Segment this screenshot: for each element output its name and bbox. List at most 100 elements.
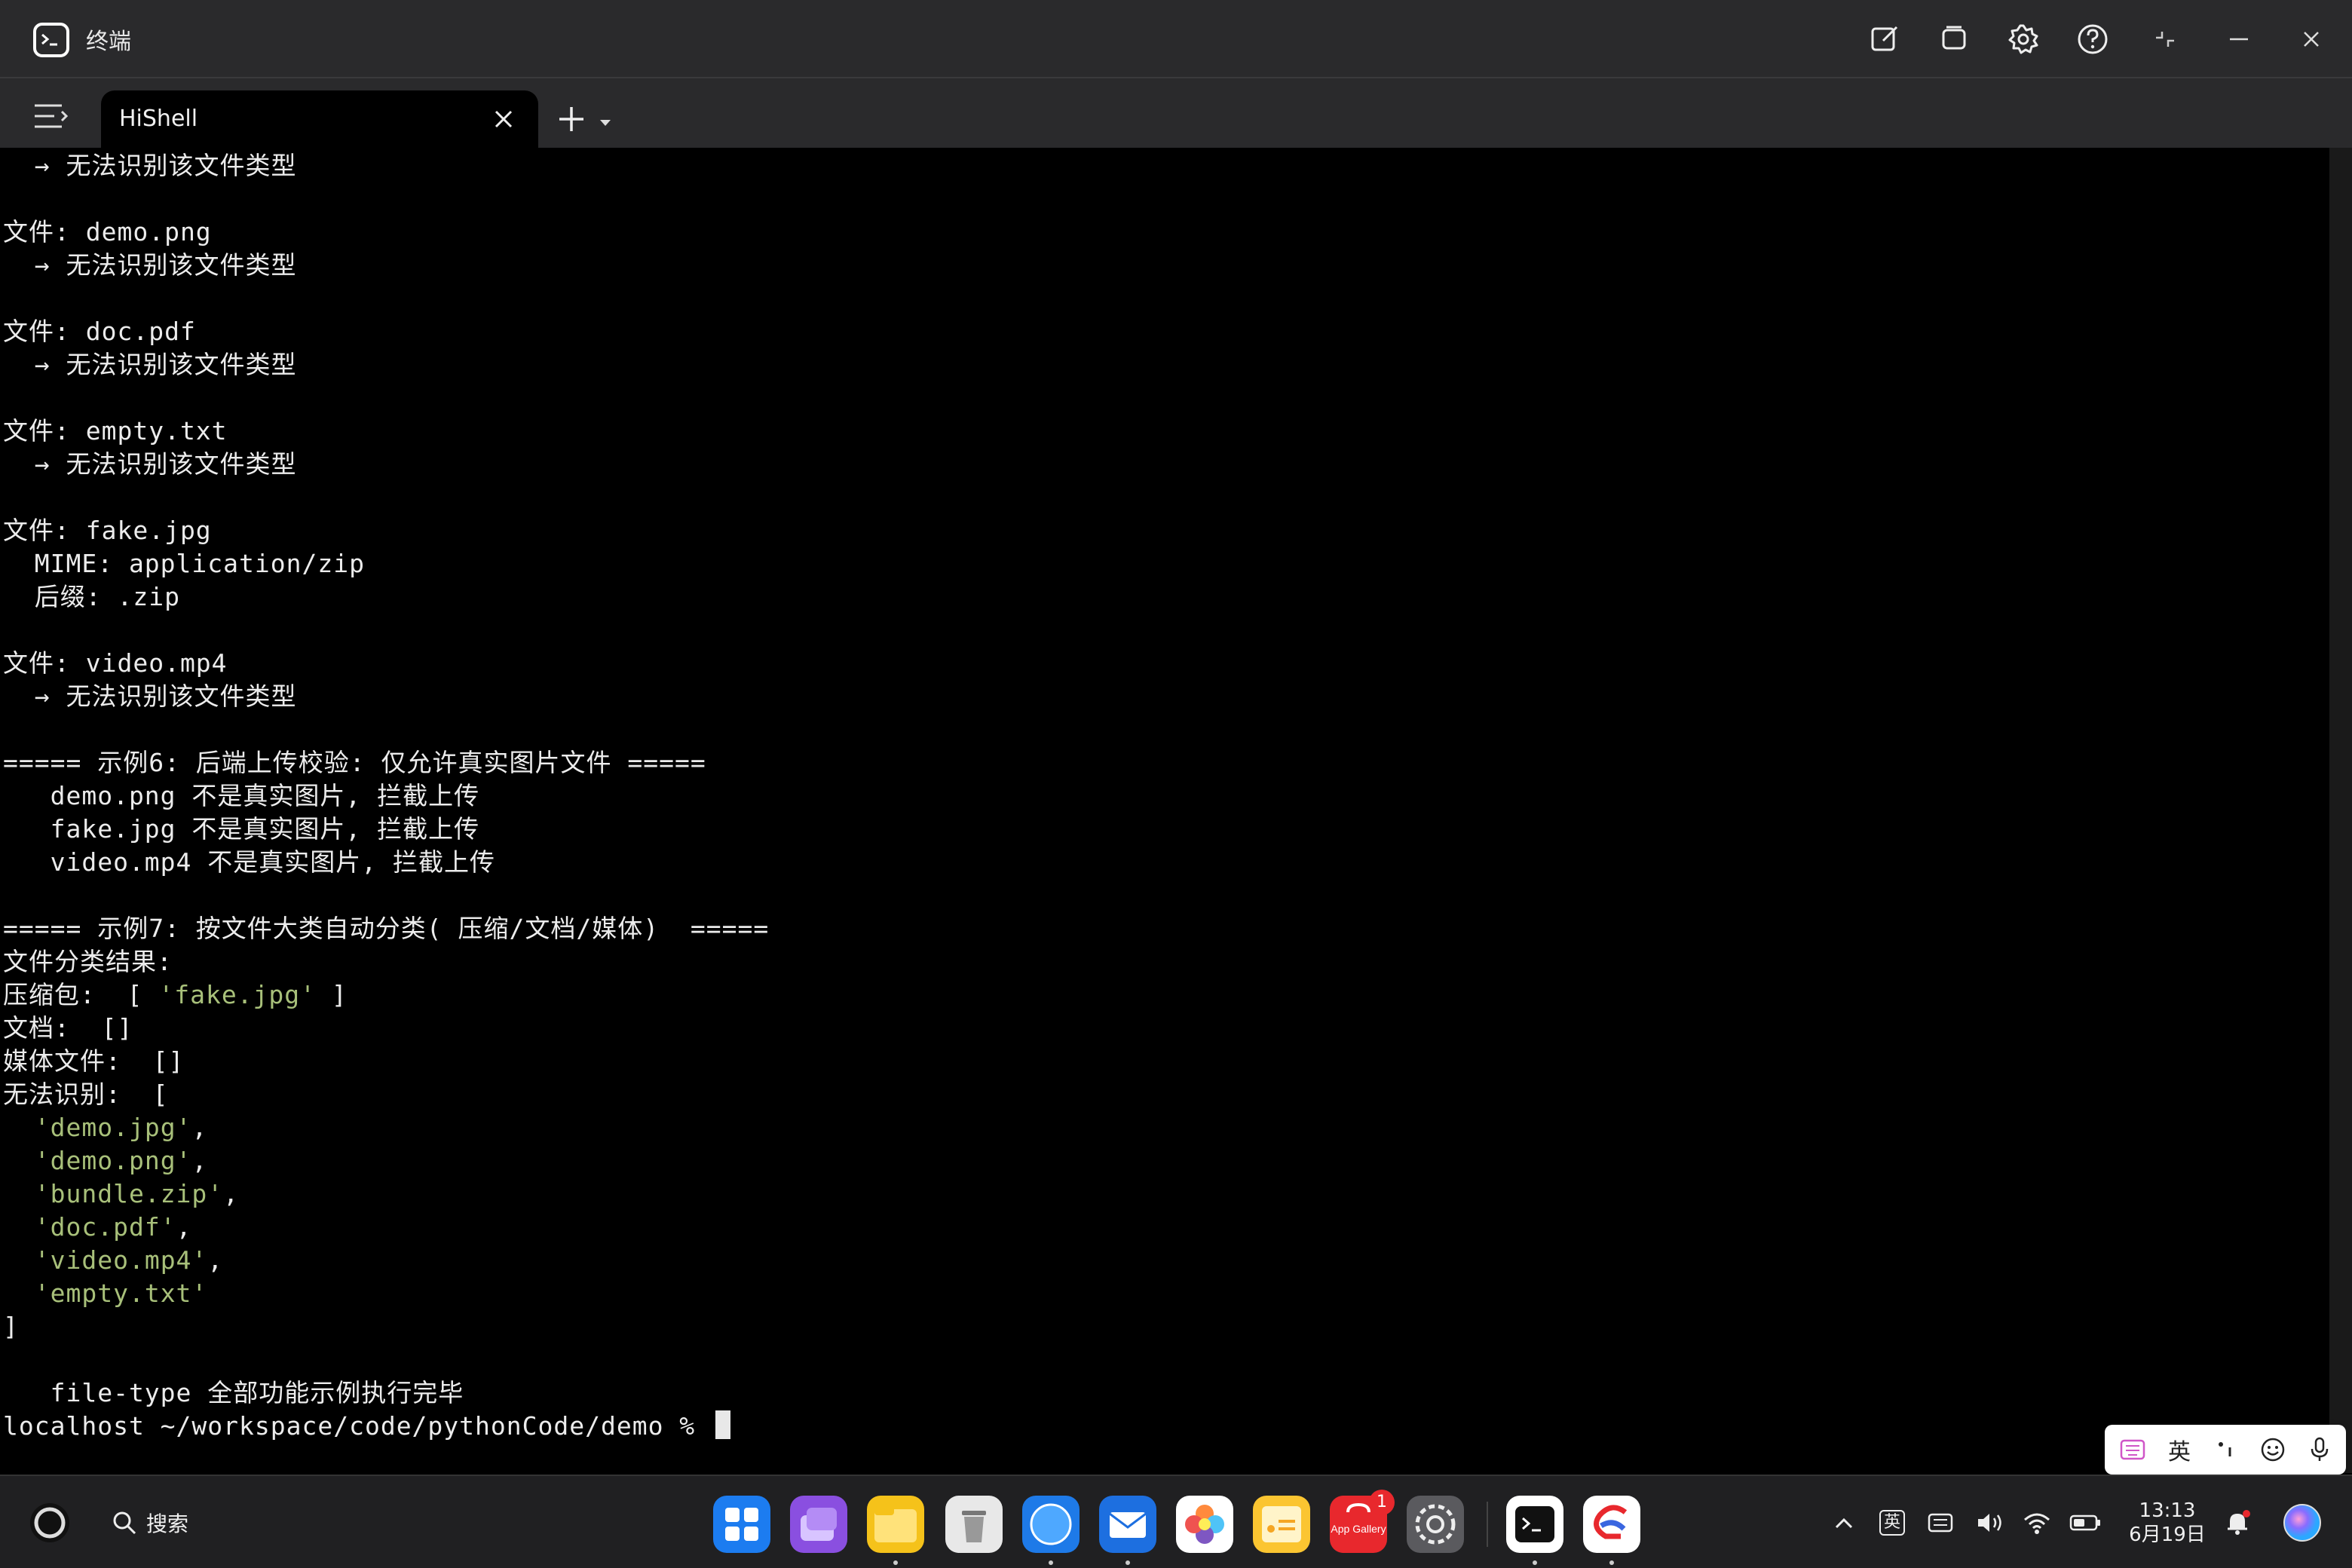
terminal-line: 后缀: .zip [3, 580, 180, 614]
terminal-line: video.mp4 不是真实图片, 拦截上传 [3, 846, 495, 879]
menu-icon[interactable] [32, 101, 69, 131]
app-gallery-label: App Gallery [1331, 1523, 1386, 1535]
ime-microphone-icon[interactable] [2302, 1432, 2337, 1467]
terminal-text: ] [316, 980, 348, 1009]
terminal-line: 'demo.png', [3, 1144, 207, 1178]
running-indicator [1049, 1560, 1053, 1565]
ime-toolbar: 英 [2105, 1425, 2346, 1475]
help-icon[interactable] [2073, 20, 2112, 59]
ime-emoji-icon[interactable] [2256, 1432, 2290, 1467]
tab-close-icon[interactable] [490, 106, 517, 133]
notes-icon[interactable] [1253, 1496, 1310, 1553]
terminal-line: 文件: demo.png [3, 216, 212, 249]
search-label: 搜索 [146, 1511, 189, 1536]
start-button[interactable] [27, 1500, 72, 1545]
terminal-text: 文件分类结果: [3, 947, 173, 976]
edit-icon[interactable] [1865, 20, 1904, 59]
chevron-down-icon[interactable] [599, 116, 612, 126]
tray-language: 英 [1879, 1510, 1905, 1536]
string-literal: 'empty.txt' [34, 1279, 208, 1308]
terminal-text: , [176, 1212, 192, 1242]
terminal-text: → 无法识别该文件类型 [3, 350, 297, 379]
scrollbar[interactable] [2329, 148, 2352, 1473]
launcher-icon[interactable] [713, 1496, 770, 1553]
tab-label: HiShell [119, 106, 198, 132]
shell-prompt[interactable]: localhost ~/workspace/code/pythonCode/de… [3, 1410, 731, 1443]
terminal-text: fake.jpg 不是真实图片, 拦截上传 [3, 814, 480, 844]
tray-expand-icon[interactable] [1829, 1506, 1859, 1539]
terminal-output[interactable]: → 无法识别该文件类型 文件: demo.png → 无法识别该文件类型 文件: d… [0, 148, 2329, 1473]
terminal-line: 文件: empty.txt [3, 415, 228, 448]
terminal-line: ===== 示例6: 后端上传校验: 仅允许真实图片文件 ===== [3, 746, 706, 779]
terminal-line: 压缩包: [ 'fake.jpg' ] [3, 978, 348, 1012]
clock-time: 13:13 [2139, 1499, 2196, 1522]
notification-badge: 1 [1369, 1490, 1395, 1515]
mail-icon[interactable] [1099, 1496, 1156, 1553]
tab-hishell[interactable]: HiShell [101, 90, 538, 148]
minimize-icon[interactable] [2219, 20, 2259, 59]
close-icon[interactable] [2292, 20, 2331, 59]
terminal-text: , [207, 1245, 224, 1275]
terminal-text: ] [3, 1312, 19, 1341]
clock[interactable]: 13:13 6月19日 [2126, 1499, 2209, 1547]
gear-icon[interactable] [2004, 20, 2043, 59]
clock-date: 6月19日 [2129, 1524, 2206, 1546]
dock-separator [1487, 1502, 1488, 1547]
terminal-text: → 无法识别该文件类型 [3, 250, 297, 280]
prompt-text: localhost ~/workspace/code/pythonCode/de… [3, 1411, 712, 1441]
terminal-text: 文件: empty.txt [3, 416, 228, 446]
string-literal: 'demo.png' [34, 1146, 192, 1175]
taskbar: 搜索 App Gallery 1 英 13:13 6月19日 [0, 1475, 2352, 1568]
terminal-line: ===== 示例7: 按文件大类自动分类( 压缩/文档/媒体) ===== [3, 912, 769, 945]
new-tab-button[interactable] [556, 104, 586, 134]
terminal-line: file-type 全部功能示例执行完毕 [3, 1377, 464, 1410]
settings-icon[interactable] [1407, 1496, 1464, 1553]
terminal-text: 无法识别: [ [3, 1080, 169, 1109]
multitask-icon[interactable] [790, 1496, 847, 1553]
ime-keyboard-icon[interactable] [2115, 1432, 2150, 1467]
keyboard-icon[interactable] [1924, 1506, 1957, 1539]
volume-icon[interactable] [1974, 1506, 2007, 1539]
trash-icon[interactable] [945, 1496, 1003, 1553]
files-icon[interactable] [867, 1496, 924, 1553]
tray-input-method[interactable]: 英 [1877, 1506, 1907, 1539]
terminal-text: ===== 示例6: 后端上传校验: 仅允许真实图片文件 ===== [3, 748, 706, 777]
terminal-line: 文件分类结果: [3, 945, 173, 978]
battery-icon[interactable] [2067, 1506, 2103, 1539]
ime-punctuation-icon[interactable] [2209, 1432, 2243, 1467]
terminal-line: → 无法识别该文件类型 [3, 448, 296, 481]
terminal-text: 文档: [] [3, 1013, 133, 1043]
terminal-text: → 无法识别该文件类型 [3, 151, 297, 180]
terminal-line: demo.png 不是真实图片, 拦截上传 [3, 779, 479, 813]
terminal-line: 媒体文件: [] [3, 1045, 184, 1078]
browser-icon[interactable] [1022, 1496, 1080, 1553]
wifi-icon[interactable] [2020, 1506, 2053, 1539]
string-literal: 'demo.jpg' [34, 1113, 192, 1142]
code-editor-icon[interactable] [1583, 1496, 1640, 1553]
terminal-line: 文件: video.mp4 [3, 647, 228, 680]
string-literal: 'video.mp4' [34, 1245, 208, 1275]
taskbar-search[interactable]: 搜索 [112, 1508, 188, 1538]
window-title: 终端 [86, 29, 131, 55]
assistant-icon[interactable] [2280, 1500, 2325, 1545]
terminal-text: , [191, 1146, 208, 1175]
terminal-text: 后缀: .zip [3, 582, 180, 611]
photos-icon[interactable] [1176, 1496, 1233, 1553]
ime-language-toggle[interactable]: 英 [2162, 1432, 2197, 1467]
terminal-line: → 无法识别该文件类型 [3, 149, 296, 182]
notification-bell-icon[interactable] [2221, 1506, 2254, 1539]
terminal-text: , [191, 1113, 208, 1142]
terminal-taskbar-icon[interactable] [1506, 1496, 1563, 1553]
restore-icon[interactable] [2145, 20, 2185, 59]
string-literal: 'doc.pdf' [34, 1212, 176, 1242]
text-cursor [715, 1410, 731, 1439]
split-window-icon[interactable] [1934, 20, 1974, 59]
terminal-line: 'video.mp4', [3, 1244, 223, 1277]
terminal-text: 文件: fake.jpg [3, 516, 212, 545]
